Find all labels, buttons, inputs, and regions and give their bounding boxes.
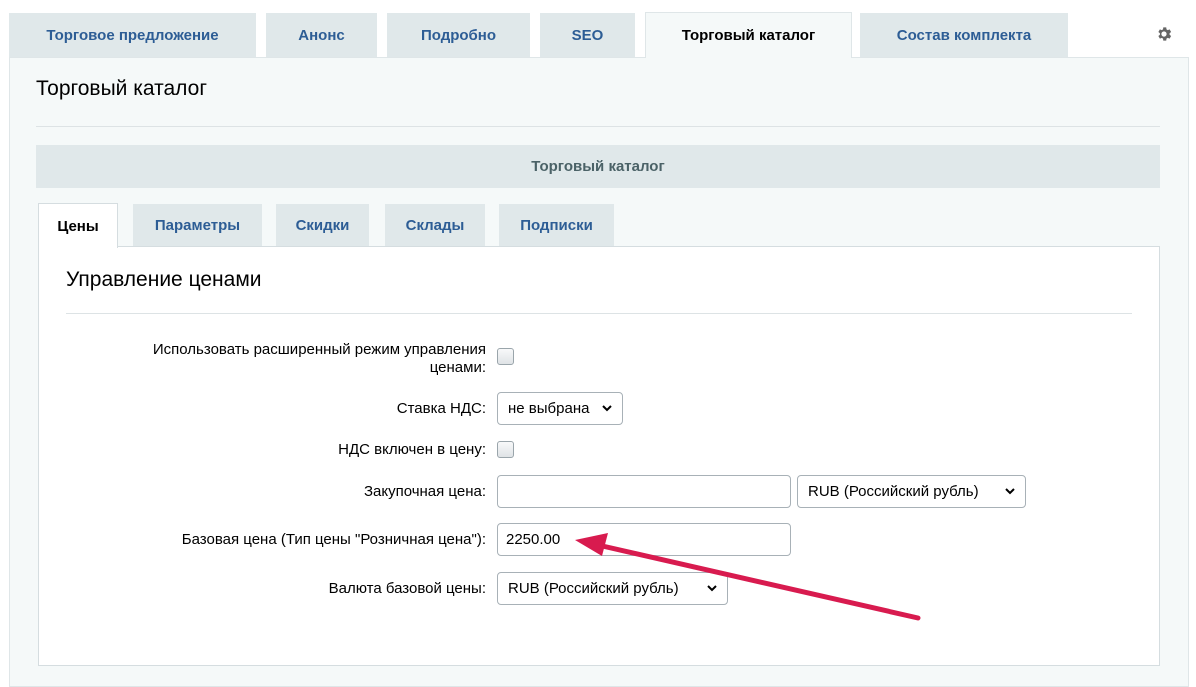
extended-mode-label: Использовать расширенный режим управлени… <box>152 341 486 376</box>
subtab-subscriptions[interactable]: Подписки <box>499 204 614 247</box>
subtab-warehouses[interactable]: Склады <box>385 204 485 247</box>
subtab-discounts[interactable]: Скидки <box>276 204 369 247</box>
subtab-parameters[interactable]: Параметры <box>133 204 262 247</box>
gear-icon[interactable] <box>1154 24 1174 44</box>
divider <box>36 126 1160 127</box>
tab-seo[interactable]: SEO <box>540 13 635 57</box>
chevron-down-icon <box>602 405 612 412</box>
top-tab-bar: Торговое предложение Анонс Подробно SEO … <box>0 0 1196 58</box>
vat-rate-select[interactable]: не выбрана <box>497 392 623 425</box>
tab-details[interactable]: Подробно <box>387 13 530 57</box>
base-price-input[interactable]: 2250.00 <box>497 523 791 556</box>
section-header: Торговый каталог <box>36 145 1160 188</box>
chevron-down-icon <box>707 585 717 592</box>
divider <box>66 313 1132 314</box>
base-currency-value: RUB (Российский рубль) <box>508 580 679 597</box>
base-currency-select[interactable]: RUB (Российский рубль) <box>497 572 728 605</box>
subtab-prices[interactable]: Цены <box>38 203 118 248</box>
base-price-value: 2250.00 <box>506 531 561 548</box>
vat-included-label: НДС включен в цену: <box>338 441 486 458</box>
vat-rate-value: не выбрана <box>508 400 590 417</box>
base-currency-label: Валюта базовой цены: <box>328 580 486 597</box>
section-title: Управление ценами <box>66 268 262 291</box>
extended-mode-checkbox[interactable] <box>497 348 514 365</box>
purchase-currency-value: RUB (Российский рубль) <box>808 483 979 500</box>
tab-trade-catalog[interactable]: Торговый каталог <box>645 12 852 58</box>
tab-announce[interactable]: Анонс <box>266 13 377 57</box>
chevron-down-icon <box>1005 488 1015 495</box>
purchase-currency-select[interactable]: RUB (Российский рубль) <box>797 475 1026 508</box>
base-price-label: Базовая цена (Тип цены "Розничная цена")… <box>181 531 486 548</box>
tab-bundle[interactable]: Состав комплекта <box>860 13 1068 57</box>
vat-included-checkbox[interactable] <box>497 441 514 458</box>
purchase-price-input[interactable] <box>497 475 791 508</box>
purchase-price-label: Закупочная цена: <box>363 483 486 500</box>
page-title: Торговый каталог <box>36 77 207 100</box>
vat-rate-label: Ставка НДС: <box>396 400 486 417</box>
tab-trade-offer[interactable]: Торговое предложение <box>9 13 256 57</box>
